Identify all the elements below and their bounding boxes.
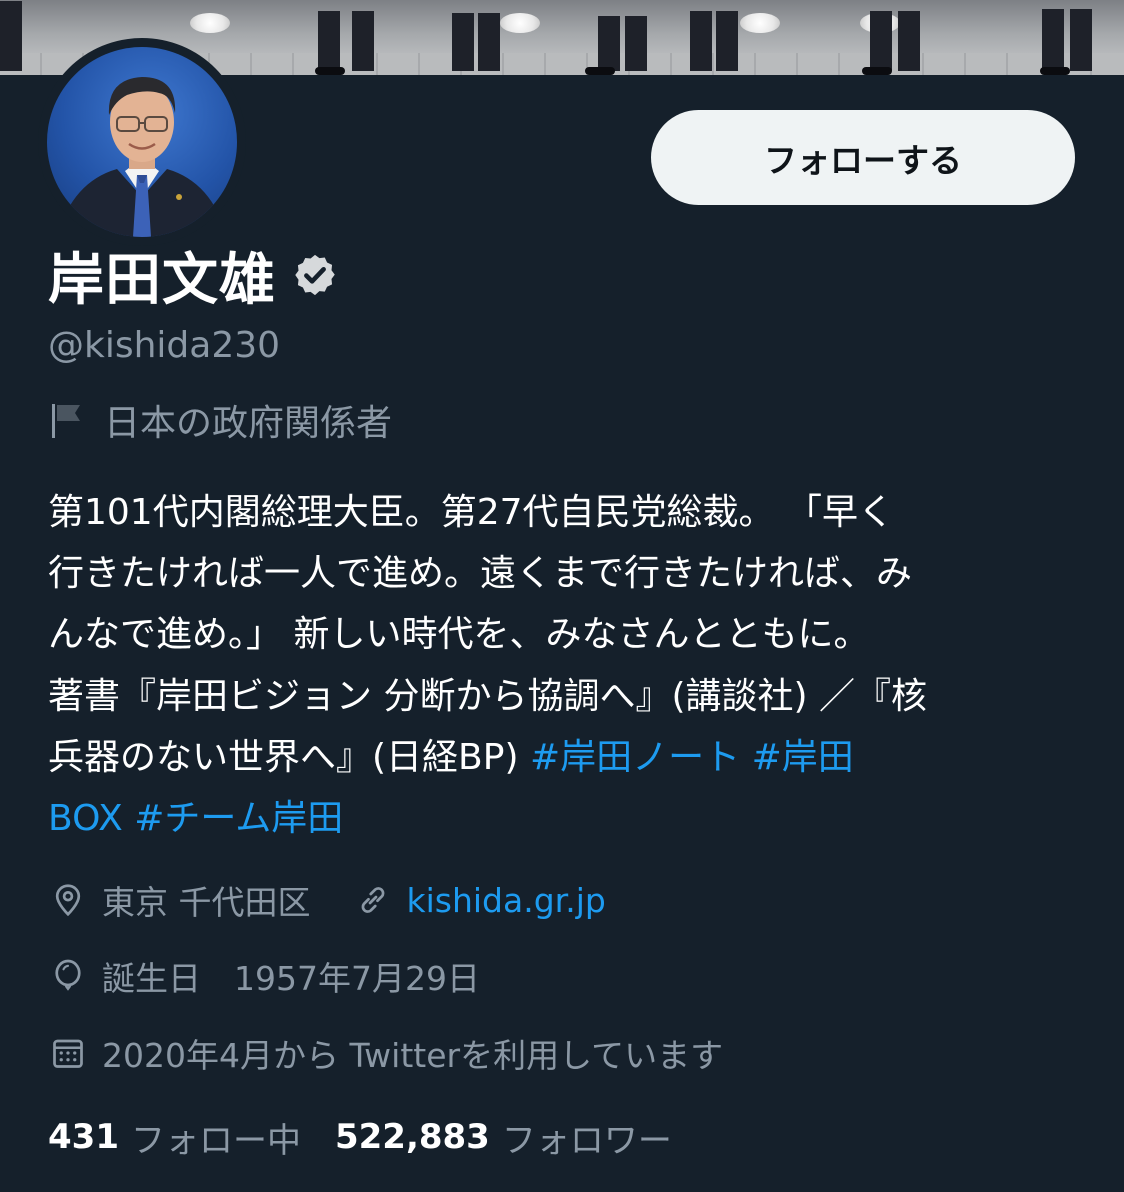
- website-link[interactable]: kishida.gr.jp: [407, 881, 606, 920]
- following-count[interactable]: 431: [48, 1117, 119, 1157]
- banner-figure: [598, 16, 620, 71]
- following-label[interactable]: フォロー中: [131, 1113, 301, 1162]
- calendar-icon: [53, 1039, 83, 1068]
- banner-figure: [898, 11, 920, 71]
- avatar[interactable]: [47, 47, 237, 237]
- follow-stats: 431 フォロー中 522,883 フォロワー: [48, 1112, 706, 1162]
- joined-label: 2020年4月から Twitterを利用しています: [102, 1036, 724, 1075]
- joined-row: 2020年4月から Twitterを利用しています: [50, 1028, 723, 1078]
- hashtag-link[interactable]: BOX: [48, 798, 123, 839]
- bio-line: 著書『岸田ビジョン 分断から協調へ』(講談社) ／『核: [48, 675, 927, 717]
- bio-line: BOX #チーム岸田: [48, 788, 1088, 849]
- banner-figure: [716, 11, 738, 71]
- banner-figure: [870, 11, 892, 71]
- banner-figure: [352, 11, 374, 71]
- follow-button[interactable]: フォローする: [651, 110, 1075, 205]
- banner-flower: [740, 13, 780, 33]
- affiliation-label: 日本の政府関係者: [104, 403, 393, 444]
- banner-figure: [452, 13, 474, 71]
- verified-badge-icon: [295, 254, 335, 296]
- location-pin-icon: [55, 884, 81, 917]
- profile-name-row: 岸田文雄: [48, 240, 338, 313]
- banner-figure: [0, 1, 22, 71]
- avatar-portrait: [57, 77, 227, 237]
- banner-figure: [862, 67, 892, 75]
- banner-figure: [690, 11, 712, 71]
- banner-figure: [1042, 9, 1064, 71]
- birthday-label: 誕生日 1957年7月29日: [102, 959, 480, 998]
- flag-icon: [52, 404, 80, 438]
- banner-figure: [315, 67, 345, 75]
- location-label: 東京 千代田区: [102, 883, 311, 922]
- banner-flower: [500, 13, 540, 33]
- followers-label[interactable]: フォロワー: [502, 1113, 672, 1162]
- bio-line: んなで進め。」 新しい時代を、みなさんとともに。: [48, 614, 870, 656]
- display-name: 岸田文雄: [48, 247, 276, 313]
- bio-line: 行きたければ一人で進め。遠くまで行きたければ、み: [48, 553, 913, 595]
- followers-count[interactable]: 522,883: [335, 1117, 490, 1157]
- profile-bio: 第101代内閣総理大臣。第27代自民党総裁。 「早く 行きたければ一人で進め。遠…: [48, 482, 1088, 849]
- bio-line: 第101代内閣総理大臣。第27代自民党総裁。 「早く: [48, 492, 894, 533]
- link-icon: [361, 887, 384, 913]
- banner-flower: [190, 13, 230, 33]
- hashtag-link[interactable]: #岸田: [752, 737, 854, 778]
- banner-figure: [478, 13, 500, 71]
- user-handle: @kishida230: [48, 325, 281, 366]
- banner-figure: [625, 16, 647, 71]
- birthday-row: 誕生日 1957年7月29日: [50, 951, 480, 1001]
- hashtag-link[interactable]: #岸田ノート: [530, 737, 740, 778]
- banner-figure: [585, 67, 615, 75]
- balloon-icon: [55, 959, 81, 991]
- affiliation-row: 日本の政府関係者: [48, 395, 392, 445]
- bio-text: 兵器のない世界へ』(日経BP): [48, 736, 530, 778]
- hashtag-link[interactable]: #チーム岸田: [134, 798, 343, 839]
- bio-line: 兵器のない世界へ』(日経BP) #岸田ノート #岸田: [48, 727, 1088, 788]
- location-website-row: 東京 千代田区 kishida.gr.jp: [50, 875, 606, 925]
- banner-figure: [318, 11, 340, 71]
- banner-figure: [1040, 67, 1070, 75]
- banner-figure: [1070, 9, 1092, 71]
